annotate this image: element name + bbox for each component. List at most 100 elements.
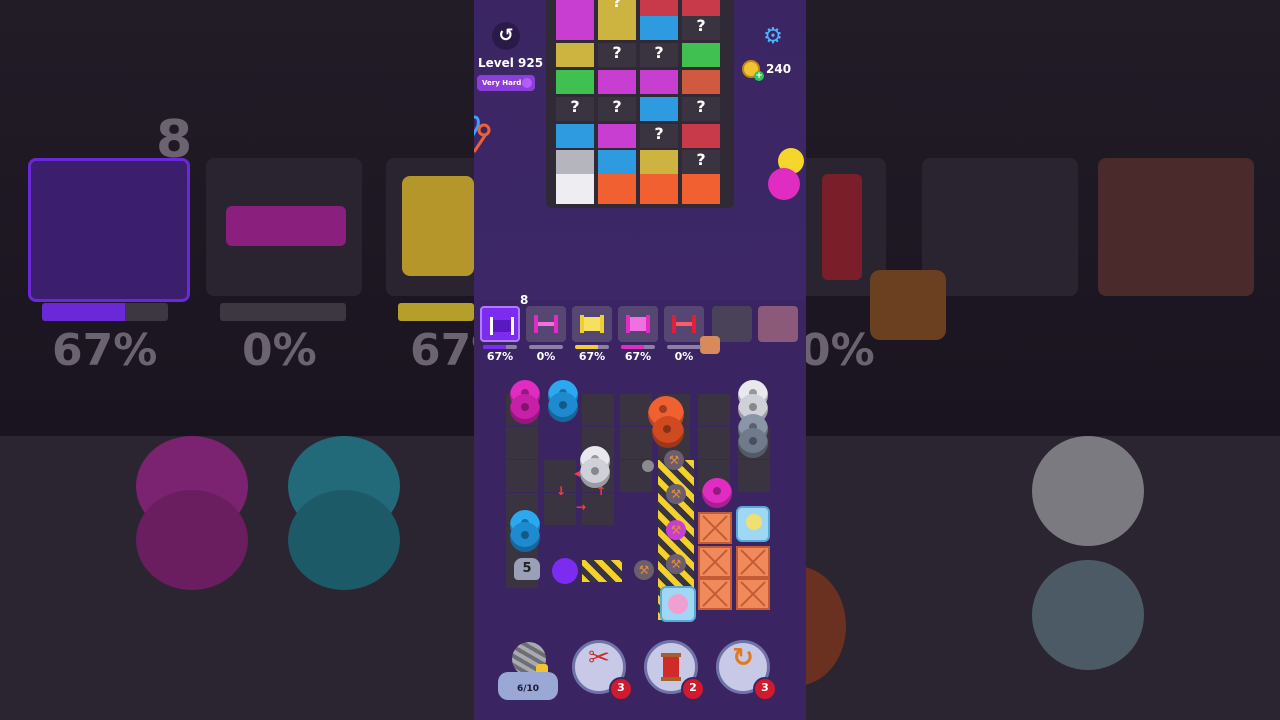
board-tile [738,460,770,492]
pin-booster-button[interactable]: ↻ 3 [716,640,777,701]
spool-booster-button[interactable]: 2 [644,640,705,701]
background-spool-grey [1032,560,1144,670]
spool-count-badge: 2 [681,677,705,701]
board-tile [506,427,538,459]
cloth-cell [556,150,594,174]
yarn-progress: 6/10 [516,684,540,694]
spool-slot-2[interactable] [526,306,566,342]
cloth-cell: ? [682,150,720,174]
spool-slot-4[interactable] [618,306,658,342]
background-percent-3: 67% [410,325,474,376]
ice-block[interactable] [660,586,696,622]
safety-pin-icon [474,115,491,153]
background-card-yellow [386,158,474,296]
background-right: 0% [806,0,1280,720]
thread-spool-white[interactable] [580,458,610,488]
booster-dock: 6/10 ✂ 3 2 ↻ 3 [474,636,806,720]
thread-board: ↓ ↑ → ◂ ⚒ ⚒ ⚒ ⚒ ⚒ 5 [502,380,778,630]
add-coins-button[interactable]: + [754,71,764,81]
settings-button[interactable]: ⚙ [760,24,786,50]
cloth-cell [640,0,678,16]
cloth-cell: ? [598,43,636,67]
cloth-cell [682,124,720,148]
purple-spool-icon [490,317,514,335]
progress-bar-3 [575,345,609,349]
red-spool-icon [672,315,696,333]
wooden-crate[interactable] [698,512,732,544]
cloth-area: ↺ Level 925 Very Hard ⚙ + 240 ? ? ? ? ? … [474,0,806,300]
cloth-cell [640,174,678,204]
percent-label-1: 67% [486,350,514,363]
background-bar-3 [398,303,474,321]
thread-spool-grey[interactable] [738,428,768,458]
cloth-cell [598,150,636,174]
cloth-cell [556,124,594,148]
background-bar-1 [42,303,168,321]
wooden-crate[interactable] [736,578,770,610]
progress-bar-2 [529,345,563,349]
background-left: 8 67% 0% 67% [0,0,474,720]
progress-bar-4 [621,345,655,349]
spool-slot-3[interactable] [572,306,612,342]
progress-bar-1 [483,345,517,349]
conveyor-belt [582,560,622,582]
queue-count: 8 [520,293,529,307]
wooden-crate[interactable] [736,546,770,578]
thread-spool-magenta[interactable] [702,478,732,508]
cloth-cell: ? [682,97,720,121]
background-percent-2: 0% [242,325,317,376]
board-tile [620,394,652,426]
cloth-cell: ? [682,16,720,40]
hammer-icon[interactable]: ⚒ [666,484,686,504]
cloth-cell [598,174,636,204]
locked-tile-counter: 5 [514,558,540,580]
cloth-cell [556,0,594,16]
arrow-right-icon: → [576,500,587,514]
spool-slot-5[interactable] [664,306,704,342]
cloth-cell [556,16,594,40]
difficulty-label: Very Hard [482,79,522,87]
cloth-cell [640,70,678,94]
hammer-icon[interactable]: ⚒ [666,520,686,540]
arrow-down-icon: ↓ [556,484,567,498]
scissors-booster-button[interactable]: ✂ 3 [572,640,633,701]
spool-slot-1[interactable] [480,306,520,342]
yarn-collector[interactable]: 6/10 [496,640,560,704]
level-label: Level 925 [478,56,544,70]
thread-spool-blue[interactable] [510,522,540,552]
cloth-cell [556,174,594,204]
undo-button[interactable]: ↺ [492,22,520,50]
hammer-icon[interactable]: ⚒ [634,560,654,580]
cloth-cell: ? [598,0,636,16]
cloth-cell [556,70,594,94]
percent-label-4: 67% [624,350,652,363]
background-card-empty [922,158,1078,296]
thread-spool-blue[interactable] [548,392,578,422]
ice-block[interactable] [736,506,770,542]
percent-label-3: 67% [578,350,606,363]
purple-orb[interactable] [552,558,578,584]
thread-spool-magenta[interactable] [510,394,540,424]
cloth-cell: ? [640,43,678,67]
wooden-crate[interactable] [698,546,732,578]
spool-slots: 8 [480,293,800,346]
cloth-cell [682,43,720,67]
percent-label-5: 0% [674,350,694,363]
board-tile [698,394,730,426]
cloth-cell [682,174,720,204]
background-card-magenta [206,158,362,296]
magenta-spool-icon [534,315,558,333]
cloth-cell [556,43,594,67]
grey-dot [642,460,654,472]
thread-spool-orange[interactable] [652,416,684,448]
hammer-icon[interactable]: ⚒ [664,450,684,470]
pin-count-badge: 3 [753,677,777,701]
background-bar-2 [220,303,346,321]
spool-slot-locked[interactable] [758,306,798,342]
cloth-cell: ? [598,97,636,121]
pink-button-icon [768,168,800,200]
wooden-crate[interactable] [698,578,732,610]
cloth-cell [598,70,636,94]
background-spool-white [1032,436,1144,546]
hammer-icon[interactable]: ⚒ [666,554,686,574]
